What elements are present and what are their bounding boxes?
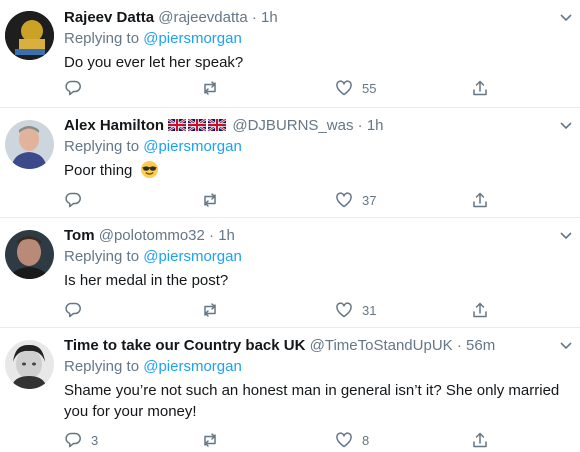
like-button[interactable]: 55 <box>335 78 376 98</box>
chevron-down-icon[interactable] <box>559 118 573 132</box>
display-name[interactable]: Tom <box>64 227 95 244</box>
timestamp[interactable]: 1h <box>218 227 235 244</box>
heart-icon <box>336 80 352 96</box>
tweet[interactable]: Time to take our Country back UK @TimeTo… <box>0 328 580 452</box>
tweet[interactable]: Tom @polotommo32 · 1h Replying to @piers… <box>0 218 580 328</box>
user-handle[interactable]: @DJBURNS_was <box>232 117 353 134</box>
mention-link[interactable]: @piersmorgan <box>143 138 242 155</box>
like-button[interactable]: 37 <box>335 190 376 210</box>
retweet-button[interactable] <box>201 78 228 98</box>
replying-label: Replying to <box>64 30 140 47</box>
display-name[interactable]: Rajeev Datta <box>64 9 154 26</box>
reply-count: 3 <box>91 432 99 448</box>
like-button[interactable]: 8 <box>335 430 369 450</box>
replying-to: Replying to @piersmorgan <box>64 248 242 266</box>
timestamp[interactable]: 1h <box>367 117 384 134</box>
tweet-header: Alex Hamilton @DJBURNS_was · 1h <box>64 117 384 135</box>
like-button[interactable]: 31 <box>335 300 376 320</box>
like-count: 55 <box>362 80 377 96</box>
retweet-icon <box>204 81 216 95</box>
tweet-actions: 55 <box>64 78 504 98</box>
tweet-text: Poor thing <box>64 160 569 181</box>
user-handle[interactable]: @TimeToStandUpUK <box>310 337 453 354</box>
reply-button[interactable] <box>64 300 91 320</box>
name-emoji <box>168 117 232 134</box>
reply-icon <box>65 80 81 96</box>
reply-icon <box>65 192 81 208</box>
tweet[interactable]: Alex Hamilton @DJBURNS_was · 1h Replying… <box>0 108 580 218</box>
avatar[interactable] <box>5 340 54 389</box>
heart-icon <box>336 192 352 208</box>
replying-label: Replying to <box>64 248 140 265</box>
tweet-actions: 3 8 <box>64 430 504 450</box>
share-icon <box>473 192 487 208</box>
replying-to: Replying to @piersmorgan <box>64 138 242 156</box>
replying-to: Replying to @piersmorgan <box>64 358 242 376</box>
tweet[interactable]: Rajeev Datta @rajeevdatta · 1h Replying … <box>0 0 580 108</box>
reply-button[interactable]: 3 <box>64 430 98 450</box>
chevron-down-icon[interactable] <box>559 338 573 352</box>
tweet-actions: 37 <box>64 190 504 210</box>
tweet-text: Do you ever let her speak? <box>64 54 244 71</box>
chevron-down-icon[interactable] <box>559 228 573 242</box>
avatar[interactable] <box>5 230 54 279</box>
mention-link[interactable]: @piersmorgan <box>143 248 242 265</box>
mention-link[interactable]: @piersmorgan <box>143 30 242 47</box>
avatar[interactable] <box>5 11 54 60</box>
tweet-text-content: Poor thing <box>64 162 133 179</box>
separator: · <box>209 227 215 244</box>
tweet-actions: 31 <box>64 300 504 320</box>
reply-button[interactable] <box>64 190 91 210</box>
tweet-text: Shame you’re not such an honest man in g… <box>64 382 560 420</box>
reply-icon <box>65 302 81 318</box>
tweet-header: Rajeev Datta @rajeevdatta · 1h <box>64 9 278 27</box>
sunglasses-emoji-icon <box>140 160 158 179</box>
chevron-down-icon[interactable] <box>559 10 573 24</box>
like-count: 8 <box>362 432 370 448</box>
share-button[interactable] <box>471 78 489 98</box>
replying-to: Replying to @piersmorgan <box>64 30 242 48</box>
uk-flag-icon <box>168 119 187 131</box>
share-button[interactable] <box>471 430 489 450</box>
tweet-text: Is her medal in the post? <box>64 272 229 289</box>
share-button[interactable] <box>471 190 489 210</box>
heart-icon <box>336 432 352 448</box>
replying-label: Replying to <box>64 358 140 375</box>
retweet-button[interactable] <box>201 190 228 210</box>
like-count: 31 <box>362 302 377 318</box>
uk-flag-icon <box>188 119 207 131</box>
reply-icon <box>65 432 81 448</box>
retweet-icon <box>204 433 216 447</box>
share-button[interactable] <box>471 300 489 320</box>
tweet-header: Time to take our Country back UK @TimeTo… <box>64 337 495 355</box>
retweet-icon <box>204 193 216 207</box>
share-icon <box>473 80 487 96</box>
retweet-button[interactable] <box>201 300 228 320</box>
uk-flag-icon <box>208 119 227 131</box>
timestamp[interactable]: 56m <box>466 337 495 354</box>
tweet-header: Tom @polotommo32 · 1h <box>64 227 235 245</box>
mention-link[interactable]: @piersmorgan <box>143 358 242 375</box>
share-icon <box>473 302 487 318</box>
display-name[interactable]: Time to take our Country back UK <box>64 337 305 354</box>
share-icon <box>473 432 487 448</box>
retweet-icon <box>204 303 216 317</box>
retweet-button[interactable] <box>201 430 228 450</box>
separator: · <box>456 337 462 354</box>
like-count: 37 <box>362 192 377 208</box>
timestamp[interactable]: 1h <box>261 9 278 26</box>
replying-label: Replying to <box>64 138 140 155</box>
heart-icon <box>336 302 352 318</box>
reply-button[interactable] <box>64 78 91 98</box>
user-handle[interactable]: @rajeevdatta <box>158 9 247 26</box>
avatar[interactable] <box>5 120 54 169</box>
separator: · <box>357 117 363 134</box>
separator: · <box>251 9 257 26</box>
user-handle[interactable]: @polotommo32 <box>99 227 205 244</box>
display-name[interactable]: Alex Hamilton <box>64 117 164 134</box>
